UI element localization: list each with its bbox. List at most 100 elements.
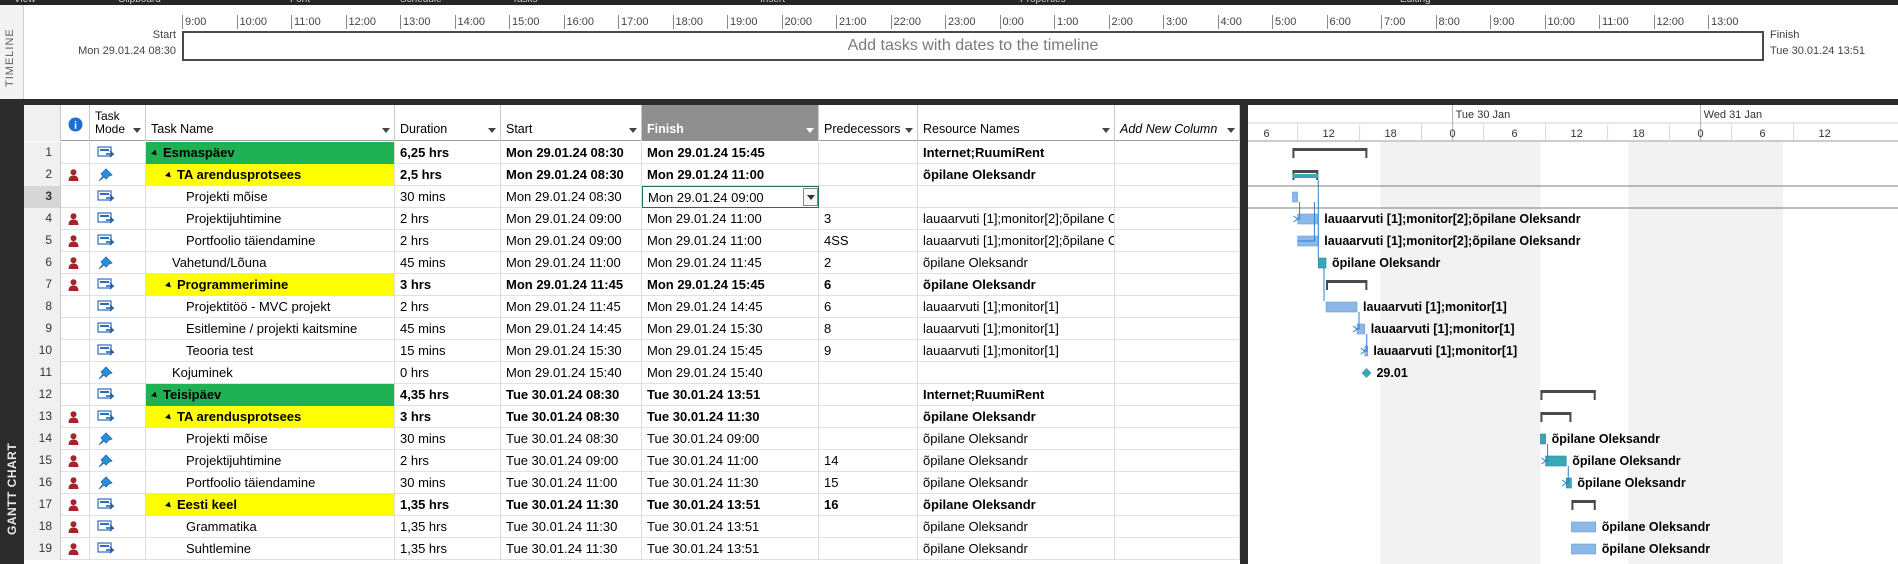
add-new-column-cell[interactable] [1115,230,1240,252]
indicator-cell[interactable] [61,406,90,428]
duration-cell[interactable]: 30 mins [395,186,501,208]
start-cell[interactable]: Mon 29.01.24 08:30 [501,186,642,208]
task-mode-cell[interactable] [90,142,146,164]
collapse-triangle-icon[interactable] [151,149,159,158]
table-row[interactable]: 15 Projektijuhtimine 2 hrs Tue 30.01.24 09:… [24,450,1240,472]
duration-cell[interactable]: 4,35 hrs [395,384,501,406]
add-new-column-cell[interactable] [1115,252,1240,274]
task-mode-cell[interactable] [90,164,146,186]
chevron-down-icon[interactable] [905,128,913,133]
row-number[interactable]: 12 [24,384,61,406]
predecessors-cell[interactable] [819,142,918,164]
column-header-task-name[interactable]: Task Name [146,105,395,141]
task-name-cell[interactable]: Teisipäev [146,384,395,406]
start-cell[interactable]: Mon 29.01.24 11:45 [501,296,642,318]
duration-cell[interactable]: 2 hrs [395,230,501,252]
add-new-column-cell[interactable] [1115,164,1240,186]
resource-names-cell[interactable]: õpilane Oleksandr [918,450,1115,472]
row-number[interactable]: 13 [24,406,61,428]
row-number[interactable]: 18 [24,516,61,538]
add-new-column-cell[interactable] [1115,362,1240,384]
duration-cell[interactable]: 3 hrs [395,406,501,428]
table-row[interactable]: 5 Portfoolio täiendamine 2 hrs Mon 29.01.24… [24,230,1240,252]
add-new-column-cell[interactable] [1115,494,1240,516]
add-new-column-cell[interactable] [1115,428,1240,450]
row-number[interactable]: 10 [24,340,61,362]
chevron-down-icon[interactable] [133,128,141,133]
chevron-down-icon[interactable] [806,128,814,133]
add-new-column-cell[interactable] [1115,340,1240,362]
start-cell[interactable]: Tue 30.01.24 11:30 [501,494,642,516]
duration-cell[interactable]: 3 hrs [395,274,501,296]
indicator-cell[interactable] [61,274,90,296]
resource-names-cell[interactable]: õpilane Oleksandr [918,406,1115,428]
add-new-column-cell[interactable] [1115,516,1240,538]
predecessors-cell[interactable]: 8 [819,318,918,340]
predecessors-cell[interactable] [819,428,918,450]
indicator-cell[interactable] [61,428,90,450]
table-row[interactable]: 19 Suhtlemine 1,35 hrs Tue 30.01.24 11:30 Tu… [24,538,1240,560]
start-cell[interactable]: Tue 30.01.24 11:30 [501,516,642,538]
task-table[interactable]: i Task Mode Task Name Duration Start Fin… [24,105,1240,564]
predecessors-cell[interactable] [819,516,918,538]
predecessors-cell[interactable]: 6 [819,296,918,318]
row-number[interactable]: 15 [24,450,61,472]
indicator-cell[interactable] [61,164,90,186]
column-header-resource-names[interactable]: Resource Names [918,105,1115,141]
resource-names-cell[interactable]: õpilane Oleksandr [918,428,1115,450]
add-new-column-cell[interactable] [1115,384,1240,406]
task-mode-cell[interactable] [90,274,146,296]
column-header-predecessors[interactable]: Predecessors [819,105,918,141]
collapse-triangle-icon[interactable] [165,501,173,510]
finish-cell[interactable]: Mon 29.01.24 11:00 [642,164,819,186]
duration-cell[interactable]: 45 mins [395,318,501,340]
add-new-column-cell[interactable] [1115,208,1240,230]
row-number[interactable]: 4 [24,208,61,230]
collapse-triangle-icon[interactable] [165,171,173,180]
predecessors-cell[interactable]: 14 [819,450,918,472]
predecessors-cell[interactable] [819,406,918,428]
task-name-cell[interactable]: Projekti mõise [146,186,395,208]
task-mode-cell[interactable] [90,494,146,516]
task-name-cell[interactable]: Projekti mõise [146,428,395,450]
column-header-add-new[interactable]: Add New Column [1115,105,1240,141]
row-number[interactable]: 9 [24,318,61,340]
add-new-column-cell[interactable] [1115,186,1240,208]
indicator-cell[interactable] [61,252,90,274]
indicator-cell[interactable] [61,494,90,516]
chevron-down-icon[interactable] [629,128,637,133]
finish-cell[interactable]: Tue 30.01.24 13:51 [642,538,819,560]
task-name-cell[interactable]: Portfoolio täiendamine [146,230,395,252]
duration-cell[interactable]: 1,35 hrs [395,538,501,560]
indicator-cell[interactable] [61,450,90,472]
timeline-pane[interactable]: TIMELINE Start Mon 29.01.24 08:30 9:00 10… [0,5,1898,99]
column-header-start[interactable]: Start [501,105,642,141]
task-mode-cell[interactable] [90,296,146,318]
table-row[interactable]: 14 Projekti mõise 30 mins Tue 30.01.24 08:3… [24,428,1240,450]
resource-names-cell[interactable]: õpilane Oleksandr [918,164,1115,186]
row-number[interactable]: 3 [24,186,61,208]
task-name-cell[interactable]: TA arendusprotsees [146,406,395,428]
task-mode-cell[interactable] [90,538,146,560]
resource-names-cell[interactable]: lauaarvuti [1];monitor[2];õpilane Oleksa… [918,208,1115,230]
start-cell[interactable]: Tue 30.01.24 11:00 [501,472,642,494]
table-row[interactable]: 18 Grammatika 1,35 hrs Tue 30.01.24 11:30 Tu… [24,516,1240,538]
table-row[interactable]: 10 Teooria test 15 mins Mon 29.01.24 15:30 M… [24,340,1240,362]
duration-cell[interactable]: 30 mins [395,428,501,450]
start-cell[interactable]: Mon 29.01.24 09:00 [501,208,642,230]
start-cell[interactable]: Mon 29.01.24 08:30 [501,142,642,164]
table-row[interactable]: 1 Esmaspäev 6,25 hrs Mon 29.01.24 08:30 Mon … [24,142,1240,164]
finish-edit-value[interactable]: Mon 29.01.24 09:00 [648,190,764,205]
start-cell[interactable]: Mon 29.01.24 15:30 [501,340,642,362]
row-number[interactable]: 6 [24,252,61,274]
task-mode-cell[interactable] [90,362,146,384]
task-name-cell[interactable]: Esitlemine / projekti kaitsmine [146,318,395,340]
finish-cell[interactable]: Mon 29.01.24 09:00 [642,186,819,208]
resource-names-cell[interactable]: õpilane Oleksandr [918,274,1115,296]
start-cell[interactable]: Tue 30.01.24 08:30 [501,384,642,406]
indicator-cell[interactable] [61,362,90,384]
collapse-triangle-icon[interactable] [165,413,173,422]
finish-cell[interactable]: Tue 30.01.24 11:00 [642,450,819,472]
duration-cell[interactable]: 30 mins [395,472,501,494]
task-name-cell[interactable]: Programmerimine [146,274,395,296]
